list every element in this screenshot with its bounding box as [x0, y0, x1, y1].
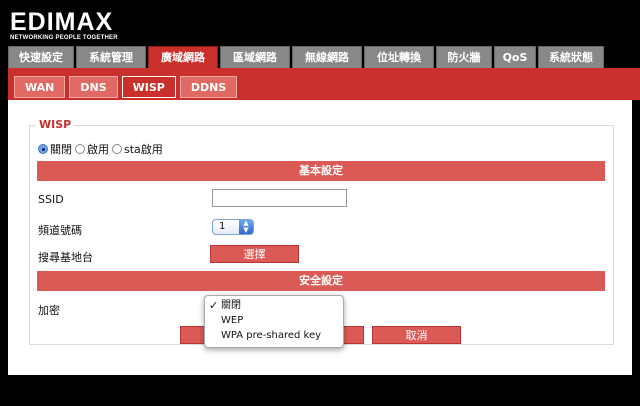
subtab-wan[interactable]: WAN: [14, 76, 66, 98]
basic-settings-header: 基本設定: [37, 161, 605, 181]
encryption-option-wpa-psk[interactable]: WPA pre-shared key: [205, 328, 343, 343]
encryption-label: 加密: [38, 304, 60, 317]
cancel-button[interactable]: 取消: [372, 326, 461, 344]
channel-value: 1: [219, 221, 226, 232]
brand-name: EDIMAX: [10, 8, 114, 36]
wisp-title: WISP: [36, 119, 75, 131]
radio-enable[interactable]: [75, 144, 85, 154]
ssid-input[interactable]: [212, 189, 347, 207]
site-survey-label: 搜尋基地台: [38, 251, 93, 264]
tab-qos[interactable]: QoS: [494, 46, 536, 68]
tab-nat[interactable]: 位址轉換: [364, 46, 434, 68]
tab-firewall[interactable]: 防火牆: [436, 46, 492, 68]
tab-wireless[interactable]: 無線網路: [292, 46, 362, 68]
radio-disable-label: 關閉: [50, 143, 72, 156]
ssid-label: SSID: [38, 193, 64, 206]
brand-tagline: NETWORKING PEOPLE TOGETHER: [10, 35, 118, 41]
tab-system-status[interactable]: 系統狀態: [538, 46, 604, 68]
tab-system-management[interactable]: 系統管理: [76, 46, 146, 68]
channel-select[interactable]: 1 ▲ ▼: [212, 219, 254, 235]
select-button[interactable]: 選擇: [210, 245, 299, 263]
main-navigation: 快速設定 系統管理 廣域網路 區域網路 無線網路 位址轉換 防火牆 QoS 系統…: [8, 46, 631, 68]
radio-sta-enable-label: sta啟用: [124, 143, 163, 156]
radio-sta-enable[interactable]: [112, 144, 122, 154]
subtab-dns[interactable]: DNS: [69, 76, 118, 98]
edimax-logo: EDIMAX NETWORKING PEOPLE TOGETHER: [10, 8, 118, 42]
channel-label: 頻道號碼: [38, 224, 82, 237]
radio-disable[interactable]: [38, 144, 48, 154]
subtab-ddns[interactable]: DDNS: [179, 76, 238, 98]
encryption-option-wep[interactable]: WEP: [205, 313, 343, 328]
tab-lan[interactable]: 區域網路: [220, 46, 290, 68]
tab-quick-setup[interactable]: 快速設定: [8, 46, 74, 68]
updown-arrows-icon: ▲ ▼: [239, 220, 253, 234]
sub-navigation: WAN DNS WISP DDNS: [14, 76, 238, 98]
encryption-dropdown-menu: 關閉 WEP WPA pre-shared key: [204, 295, 344, 348]
tab-wan[interactable]: 廣域網路: [148, 46, 218, 68]
security-settings-header: 安全設定: [37, 271, 605, 291]
wisp-mode-radio-group: 關閉 啟用 sta啟用: [38, 141, 166, 157]
encryption-option-disable[interactable]: 關閉: [205, 298, 343, 313]
subtab-wisp[interactable]: WISP: [121, 76, 176, 98]
radio-enable-label: 啟用: [87, 143, 109, 156]
